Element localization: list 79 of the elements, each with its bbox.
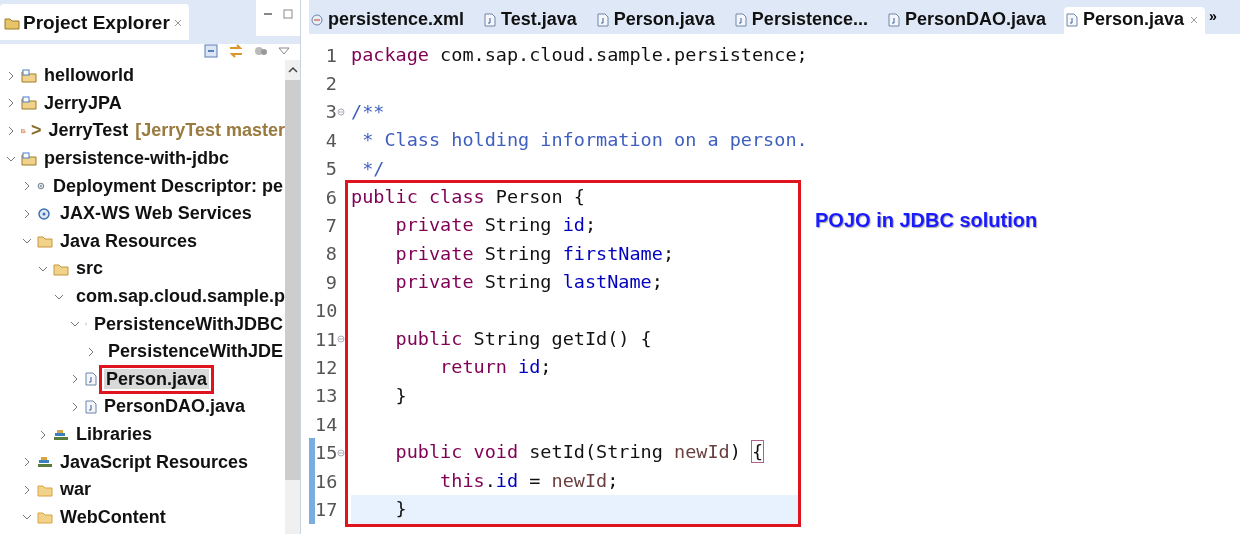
tree-item[interactable]: JerryJPA <box>42 92 124 114</box>
tree-item[interactable]: Deployment Descriptor: pe <box>50 175 285 197</box>
editor-tab[interactable]: Persistence... <box>732 7 884 34</box>
code-line: private String id; <box>394 213 598 238</box>
code-line: public class Person { <box>351 184 586 209</box>
code-line: public String getId() { <box>394 326 653 351</box>
books-icon <box>53 427 69 442</box>
books-icon <box>37 455 53 470</box>
code-line: package com.sap.cloud.sample.persistence; <box>351 43 808 67</box>
fold-icon[interactable] <box>337 448 345 457</box>
editor-tab[interactable]: PersonDAO.java <box>885 7 1062 34</box>
collapse-all-icon[interactable] <box>204 44 218 58</box>
tree-item[interactable]: JerryTest <box>46 120 131 142</box>
line-number: 1 <box>324 44 337 66</box>
link-icon[interactable] <box>228 44 244 58</box>
line-number: 15 <box>315 442 337 464</box>
tree-item[interactable]: PersistenceWithJDBC <box>92 313 285 335</box>
line-number: 8 <box>324 243 337 265</box>
code-line: /** <box>351 99 386 124</box>
git-branch-label: [JerryTest master <box>135 120 285 142</box>
tree-item[interactable]: Libraries <box>74 424 155 445</box>
fold-icon[interactable] <box>337 107 345 116</box>
fold-icon[interactable] <box>337 335 345 344</box>
tree-item[interactable]: src <box>74 258 106 280</box>
scrollbar[interactable] <box>285 60 300 534</box>
line-number: 6 <box>324 186 337 208</box>
code-line: */ <box>361 156 386 181</box>
git-decoration: > <box>31 120 42 142</box>
tree-item[interactable]: Java Resources <box>58 230 200 252</box>
line-number: 7 <box>324 215 337 237</box>
scrollbar-thumb[interactable] <box>285 80 300 480</box>
line-number: 3 <box>324 101 337 123</box>
code-line: this.id = newId; <box>439 468 620 493</box>
line-number: 17 <box>315 498 337 520</box>
line-number: 2 <box>324 73 337 95</box>
scroll-up-icon[interactable] <box>287 66 298 74</box>
code-line: private String lastName; <box>394 270 664 295</box>
tree-item[interactable]: war <box>58 479 94 501</box>
tree-item[interactable]: WebContent <box>58 506 168 528</box>
more-tabs-button[interactable]: » <box>1207 8 1219 34</box>
editor-tab[interactable]: Test.java <box>482 7 593 34</box>
folder-icon <box>53 261 69 276</box>
folder-icon <box>37 510 53 525</box>
tree-item[interactable]: PersonDAO.java <box>102 396 248 418</box>
code-line: } <box>394 383 408 408</box>
gear-icon <box>37 206 53 221</box>
line-number: 14 <box>315 413 337 435</box>
tree-item[interactable]: JavaScript Resources <box>58 451 251 473</box>
editor-tab[interactable]: Person.java <box>594 7 731 34</box>
line-number: 5 <box>324 158 337 180</box>
code-line: return id; <box>439 355 553 380</box>
folder-icon <box>37 482 53 497</box>
tree-item[interactable]: persistence-with-jdbc <box>42 148 232 170</box>
line-number: 16 <box>315 470 337 492</box>
line-number: 10 <box>315 300 337 322</box>
view-menu-icon[interactable] <box>278 46 290 56</box>
tree-item[interactable]: JAX-WS Web Services <box>58 203 254 225</box>
editor-tab[interactable]: Person.java <box>1064 7 1206 34</box>
filter-icon[interactable] <box>254 44 268 58</box>
close-icon[interactable] <box>172 18 183 28</box>
code-line: * Class holding information on a person. <box>361 128 808 153</box>
annotation-label: POJO in JDBC solution <box>815 209 1038 232</box>
line-number: 13 <box>315 385 337 407</box>
tree-item[interactable]: Person.java <box>104 368 210 389</box>
line-number: 12 <box>315 357 337 378</box>
close-icon[interactable] <box>1189 14 1200 25</box>
maximize-icon[interactable] <box>282 8 294 20</box>
panel-title: Project Explorer <box>23 12 170 34</box>
code-line: private String firstName; <box>394 241 676 266</box>
editor-tab[interactable]: persistence.xml <box>309 7 481 34</box>
line-number: 11 <box>315 328 337 350</box>
tree-item[interactable]: com.sap.cloud.sample.p <box>74 286 285 308</box>
tree-item[interactable]: PersistenceWithJDE <box>106 341 285 363</box>
folder-icon <box>4 15 20 31</box>
folder-icon <box>37 234 53 249</box>
line-number: 9 <box>324 271 337 293</box>
line-number: 4 <box>324 129 337 151</box>
code-line: public void setId(String newId) { <box>394 440 765 465</box>
tree-item[interactable]: helloworld <box>42 65 136 87</box>
